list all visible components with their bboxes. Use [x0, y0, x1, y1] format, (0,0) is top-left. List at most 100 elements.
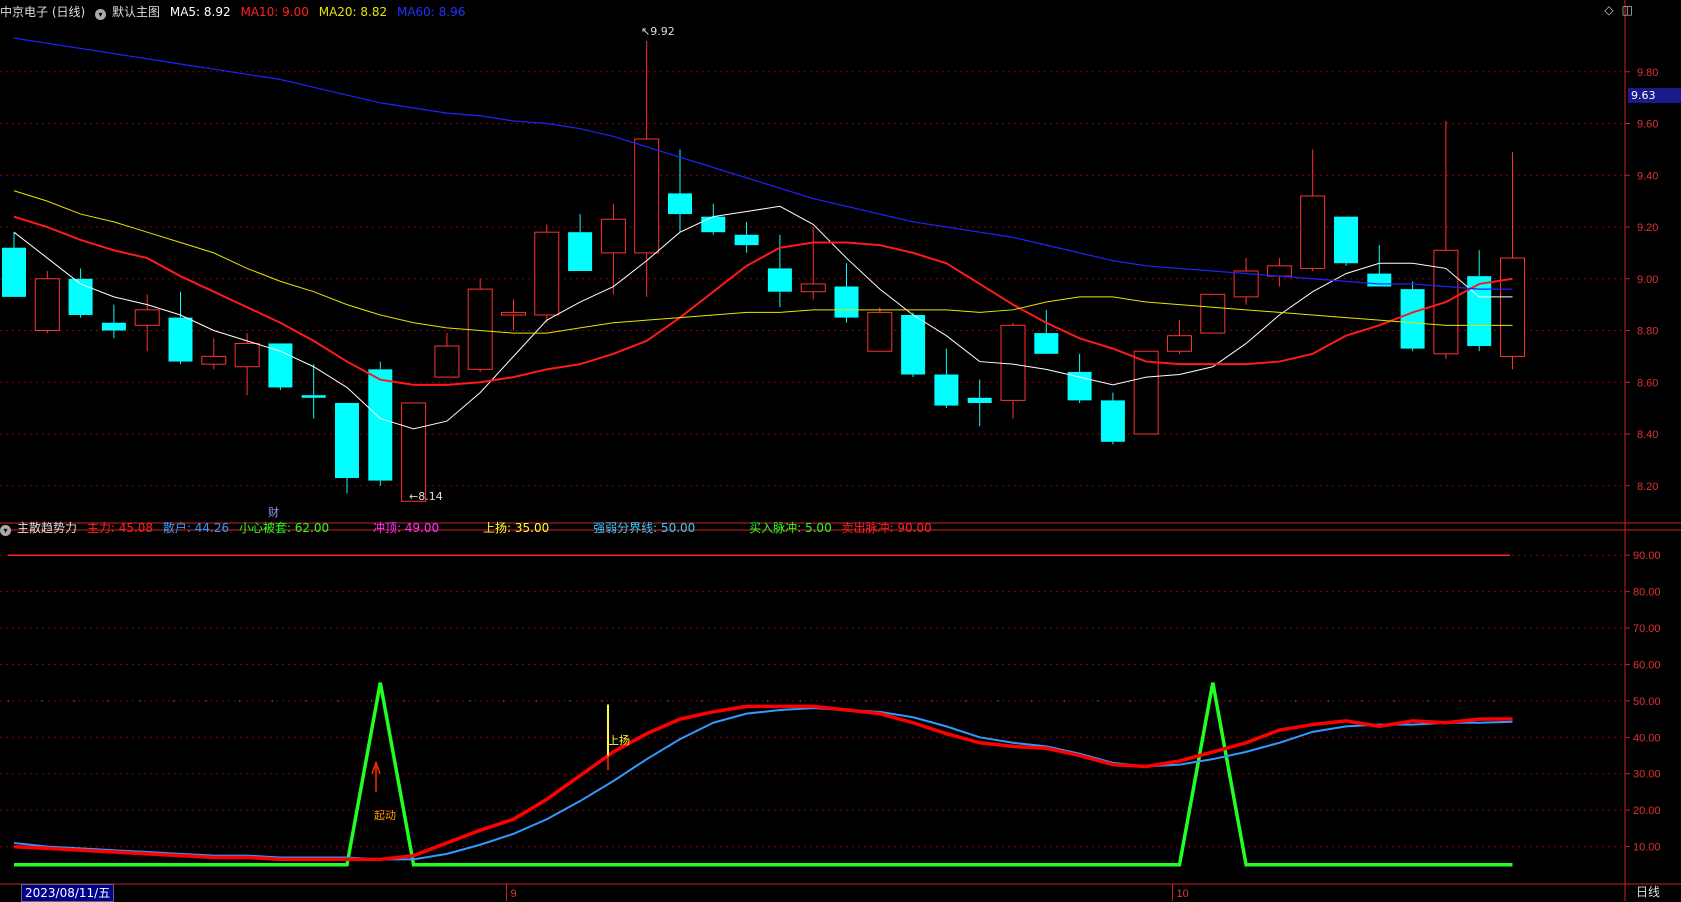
sanhu-value: 散户: 44.26 [162, 521, 230, 535]
price-tick-label: 9.60 [1637, 119, 1658, 131]
date-label: 10 [1177, 888, 1189, 900]
indicator-name[interactable]: 主散趋势力 [17, 521, 77, 535]
ma-line-ma60 [13, 37, 1513, 290]
candle [834, 263, 859, 323]
sanhu-line [13, 707, 1513, 861]
shangyang-value: 上扬: 35.00 [483, 521, 550, 535]
indicator-header: ▾ 主散趋势力 主力: 45.08 散户: 44.26 小心被套: 62.00 冲… [0, 519, 938, 537]
zhuli-value: 主力: 45.08 [86, 521, 154, 535]
candle-body-up [1133, 350, 1159, 435]
indicator-tick-label: 90.00 [1633, 550, 1661, 562]
candle [501, 299, 526, 331]
candle [600, 203, 626, 295]
candle-body-down [268, 343, 293, 388]
candle-body-up [134, 309, 160, 326]
candle [68, 268, 93, 318]
candle-body-down [368, 369, 393, 481]
candle-body-down [668, 193, 692, 215]
diamond-icon[interactable]: ◇ [1604, 3, 1613, 17]
shangyang-signal: 上扬 [608, 734, 630, 747]
indicator-tick-label: 80.00 [1633, 587, 1661, 599]
ma20-value: MA20: 8.82 [318, 5, 388, 19]
candle [234, 333, 260, 396]
candle [668, 149, 692, 233]
candle [1300, 149, 1326, 271]
price-tick-label: 8.80 [1637, 326, 1658, 338]
candle [1200, 293, 1226, 334]
indicator-panel [8, 554, 1513, 867]
candle [967, 379, 992, 427]
main-header: 中京电子 (日线) ▾ 默认主图 MA5: 8.92 MA10: 9.00 MA2… [0, 3, 471, 21]
candle-body-down [767, 268, 792, 292]
ma60-value: MA60: 8.96 [396, 5, 466, 19]
candle [701, 203, 726, 235]
period-label[interactable]: 日线 [1636, 884, 1660, 900]
main-price-panel [2, 37, 1525, 502]
ma5-value: MA5: 8.92 [169, 5, 231, 19]
low-marker: ←8.14 [409, 490, 443, 503]
candle [1334, 216, 1358, 266]
indicator-tick-label: 20.00 [1633, 805, 1661, 817]
candle-body-down [1067, 371, 1092, 401]
candle [1167, 320, 1192, 354]
xiaoxin-value: 小心被套: 62.00 [238, 521, 330, 535]
candle-body-up [1266, 265, 1292, 277]
candle [800, 227, 826, 300]
candle-body-up [501, 311, 526, 316]
candle [434, 333, 460, 378]
candle-body-up [534, 231, 560, 316]
candle [201, 338, 227, 370]
candle-body-up [401, 402, 427, 502]
price-tick-label: 8.40 [1637, 429, 1658, 441]
indicator-tick-label: 60.00 [1633, 659, 1661, 671]
candle [634, 40, 660, 297]
candle-body-up [1300, 195, 1326, 269]
chart-name[interactable]: 默认主图 [112, 5, 160, 19]
candle [867, 307, 893, 352]
indicator-tick-label: 10.00 [1633, 842, 1661, 854]
candle [1034, 309, 1059, 354]
candle [1133, 350, 1159, 435]
chevron-down-icon[interactable]: ▾ [95, 9, 107, 20]
candle-body-down [301, 395, 326, 398]
maichu-value: 卖出脉冲: 90.00 [841, 521, 932, 535]
cai-marker[interactable]: 财 [268, 504, 279, 520]
candle-body-down [701, 216, 726, 233]
chevron-down-icon[interactable]: ▾ [0, 525, 11, 536]
candle-body-up [467, 288, 493, 370]
candle-body-down [1400, 289, 1425, 349]
candle [1500, 151, 1525, 370]
candle-body-up [600, 218, 626, 254]
candle [2, 232, 26, 297]
date-label: 9 [511, 888, 517, 900]
qiangruo-value: 强弱分界线: 50.00 [593, 521, 696, 535]
candle-body-down [1367, 273, 1392, 287]
candle-body-down [568, 232, 593, 271]
stock-title[interactable]: 中京电子 (日线) [0, 5, 85, 19]
candle-body-up [34, 278, 60, 332]
mairu-value: 买入脉冲: 5.00 [749, 521, 832, 535]
candle-body-down [901, 314, 926, 375]
candle [1433, 120, 1459, 359]
kline-chart[interactable]: 8.20 8.40 8.60 8.80 9.00 9.20 9.40 9.60 9.80 10.0… [0, 0, 1681, 901]
price-tick-label: 9.00 [1637, 274, 1658, 286]
indicator-tick-label: 40.00 [1633, 732, 1661, 744]
candle-body-down [834, 286, 859, 318]
chongding-value: 冲顶: 49.00 [372, 521, 440, 535]
price-tick-label: 9.80 [1637, 67, 1658, 79]
candle-body-up [234, 342, 260, 368]
candle [335, 402, 359, 494]
candle [168, 291, 193, 365]
price-tick-label: 9.40 [1637, 170, 1658, 182]
panel-toggle-icon[interactable]: ◫ [1622, 3, 1633, 17]
high-marker: ↖9.92 [641, 25, 675, 38]
candle-body-down [734, 234, 759, 246]
candle-body-down [1034, 333, 1059, 354]
candle-body-down [335, 402, 359, 479]
date-cursor: 2023/08/11/五 [21, 884, 115, 902]
current-price-tag: 9.63 [1628, 88, 1681, 103]
candle [101, 304, 126, 339]
candle [268, 343, 293, 391]
candle [1067, 353, 1092, 403]
candle-body-down [1467, 276, 1492, 347]
